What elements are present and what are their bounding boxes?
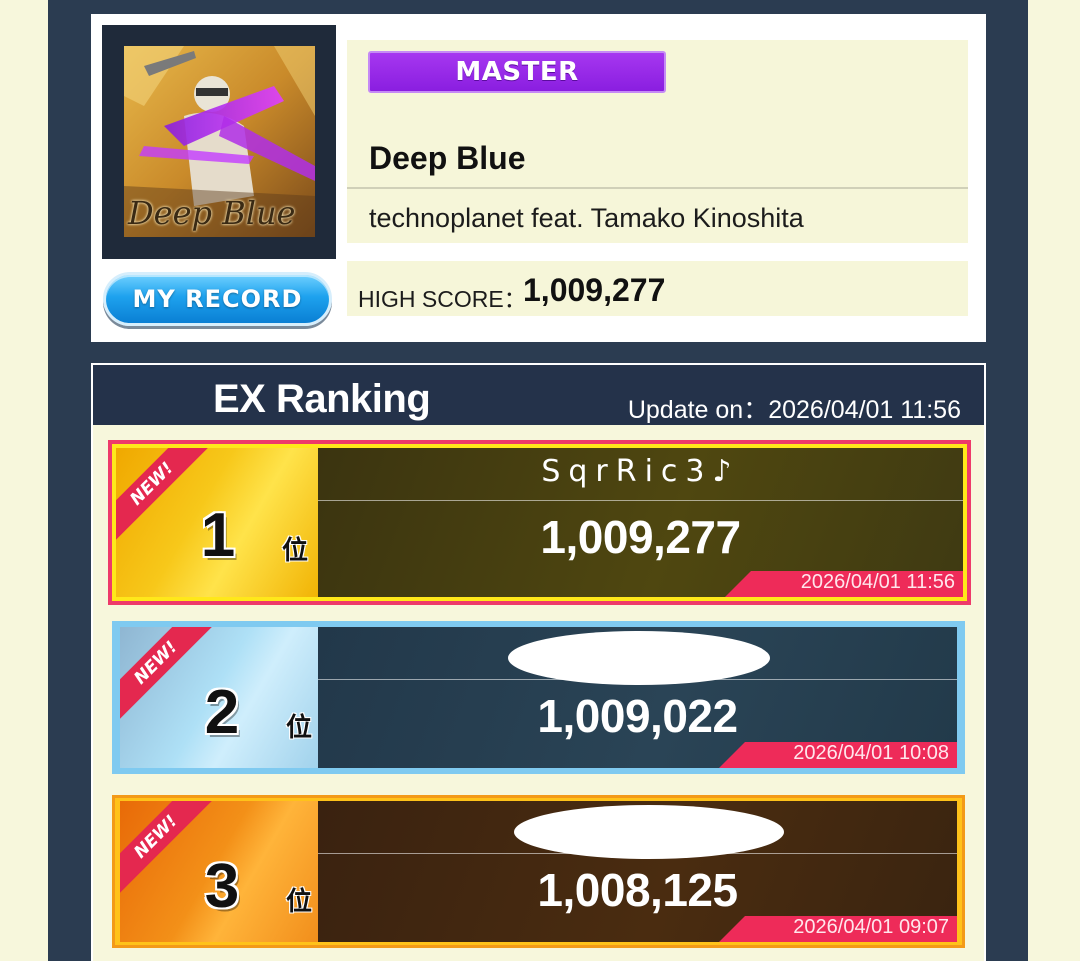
rank-number: 2: [204, 678, 240, 747]
song-artist: technoplanet feat. Tamako Kinoshita: [369, 203, 804, 233]
player-name: SqrRic3♪: [541, 454, 740, 489]
rank-number: 1: [200, 501, 236, 570]
high-score-label: HIGH SCORE：: [358, 286, 527, 312]
ranking-title: EX Ranking: [213, 377, 431, 421]
name-divider: [318, 500, 963, 501]
player-score: 1,009,022: [537, 690, 738, 742]
player-score: 1,009,277: [540, 511, 741, 563]
jacket-title-text: Deep Blue: [128, 194, 296, 232]
play-date: 2026/04/01 11:56: [800, 571, 955, 593]
my-record-button[interactable]: MY RECORD: [103, 272, 332, 326]
play-date: 2026/04/01 10:08: [793, 742, 949, 764]
rank-row-2[interactable]: NEW! 2 位 1,009,022 2026/04/01 10:08: [112, 621, 965, 774]
rank-row-3[interactable]: NEW! 3 位 1,008,125 2026/04/01 09:07: [112, 795, 965, 948]
difficulty-badge: MASTER: [368, 51, 666, 93]
ranking-update-time: Update on：2026/04/01 11:56: [627, 396, 961, 424]
player-score: 1,008,125: [537, 864, 738, 916]
high-score-value: 1,009,277: [523, 272, 666, 308]
song-jacket-image: Deep Blue: [124, 46, 315, 237]
rank-suffix: 位: [286, 713, 313, 743]
rank-row-1[interactable]: NEW! 1 位 SqrRic3♪ 1,009,277 2026/04/01 1…: [108, 440, 971, 605]
redacted-name: [508, 631, 770, 685]
play-date: 2026/04/01 09:07: [793, 916, 949, 938]
redacted-name: [514, 805, 784, 859]
song-title: Deep Blue: [369, 140, 526, 176]
rank-suffix: 位: [286, 887, 313, 917]
rank-suffix: 位: [282, 536, 309, 566]
rank-number: 3: [204, 852, 240, 921]
info-divider: [347, 187, 968, 189]
